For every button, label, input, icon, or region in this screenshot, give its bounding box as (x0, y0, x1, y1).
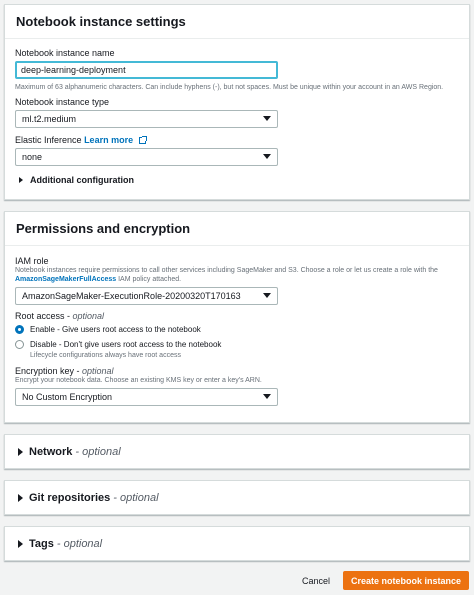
root-disable-label[interactable]: Disable - Don't give users root access t… (30, 340, 221, 349)
iam-role-label: IAM role (15, 256, 49, 266)
iam-role-help-tail: IAM policy attached. (116, 276, 182, 283)
instance-name-label: Notebook instance name (15, 48, 115, 58)
git-title: Git repositories (29, 491, 111, 504)
elastic-inference-text: Elastic Inference (15, 135, 82, 145)
chevron-down-icon (263, 154, 271, 159)
elastic-inference-label: Elastic Inference Learn more (15, 135, 147, 145)
network-title: Network (29, 445, 73, 458)
chevron-down-icon (263, 116, 271, 121)
encryption-key-value: No Custom Encryption (22, 392, 113, 402)
root-access-text: Root access - (15, 311, 73, 321)
permissions-title: Permissions and encryption (16, 221, 191, 236)
additional-configuration-toggle[interactable]: Additional configuration (19, 175, 134, 185)
iam-role-help: Notebook instances require permissions t… (15, 266, 438, 284)
root-disable-radio[interactable] (15, 340, 24, 349)
iam-role-help-text: Notebook instances require permissions t… (15, 267, 438, 274)
instance-type-value: ml.t2.medium (22, 114, 77, 124)
git-optional: - optional (113, 491, 159, 504)
instance-name-input[interactable]: deep-learning-deployment (15, 61, 278, 79)
cancel-button[interactable]: Cancel (302, 576, 330, 586)
encryption-key-help: Encrypt your notebook data. Choose an ex… (15, 377, 262, 384)
chevron-down-icon (263, 293, 271, 298)
instance-type-label: Notebook instance type (15, 97, 110, 107)
root-disable-help: Lifecycle configurations always have roo… (30, 352, 181, 359)
settings-divider (5, 38, 469, 39)
elastic-inference-select[interactable]: none (15, 148, 278, 166)
caret-right-icon (19, 177, 23, 183)
additional-configuration-label: Additional configuration (30, 175, 134, 185)
caret-right-icon (18, 493, 23, 502)
elastic-inference-value: none (22, 152, 43, 162)
external-link-icon[interactable] (138, 136, 147, 144)
network-section-toggle[interactable]: Network - optional (4, 434, 470, 469)
caret-right-icon (18, 447, 23, 456)
network-optional: - optional (75, 445, 121, 458)
instance-type-select[interactable]: ml.t2.medium (15, 110, 278, 128)
permissions-divider (5, 245, 469, 246)
tags-title: Tags (29, 537, 54, 550)
encryption-key-select[interactable]: No Custom Encryption (15, 388, 278, 406)
root-enable-label[interactable]: Enable - Give users root access to the n… (30, 325, 201, 334)
encryption-key-text: Encryption key - (15, 366, 83, 376)
iam-role-value: AmazonSageMaker-ExecutionRole-20200320T1… (22, 291, 241, 301)
tags-section-toggle[interactable]: Tags - optional (4, 526, 470, 561)
iam-policy-name: AmazonSageMakerFullAccess (15, 276, 117, 283)
encryption-key-label: Encryption key - optional (15, 366, 114, 376)
root-access-optional: optional (72, 311, 105, 321)
encryption-key-optional: optional (82, 366, 114, 376)
caret-right-icon (18, 539, 23, 548)
root-enable-radio[interactable] (15, 325, 24, 334)
root-access-label: Root access - optional (15, 311, 104, 321)
learn-more-link[interactable]: Learn more (84, 135, 133, 145)
settings-title: Notebook instance settings (16, 14, 186, 29)
tags-optional: - optional (56, 537, 103, 550)
iam-role-select[interactable]: AmazonSageMaker-ExecutionRole-20200320T1… (15, 287, 278, 305)
create-notebook-instance-button[interactable]: Create notebook instance (343, 571, 469, 590)
git-section-toggle[interactable]: Git repositories - optional (4, 480, 470, 515)
instance-name-help: Maximum of 63 alphanumeric characters. C… (15, 84, 444, 91)
chevron-down-icon (263, 394, 271, 399)
